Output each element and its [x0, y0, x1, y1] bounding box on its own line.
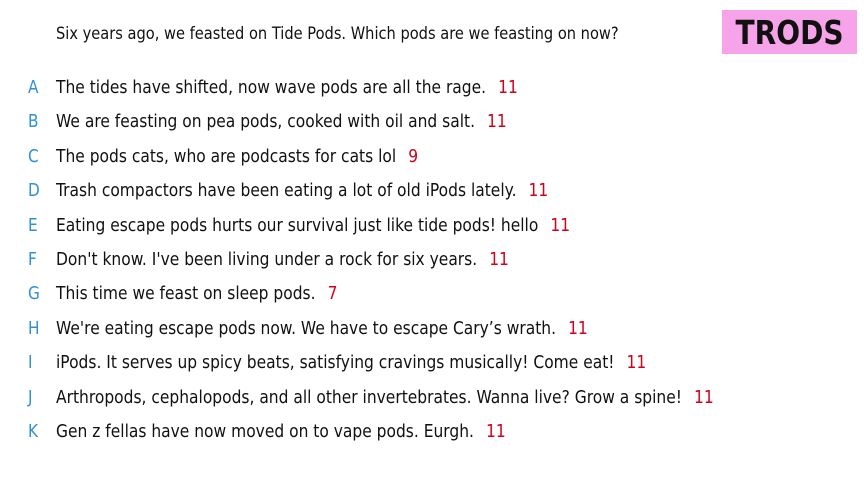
answer-body: The pods cats, who are podcasts for cats… [56, 143, 418, 171]
answer-text: Don't know. I've been living under a roc… [56, 248, 478, 270]
answer-letter: J [28, 386, 33, 408]
answer-score: 11 [550, 214, 571, 236]
answer-text: The pods cats, who are podcasts for cats… [56, 145, 397, 167]
answer-text: Trash compactors have been eating a lot … [56, 180, 517, 202]
answer-score: 11 [693, 386, 714, 408]
answer-row-h[interactable]: H We're eating escape pods now. We have … [0, 315, 864, 349]
title-text: TRODS [735, 12, 844, 52]
answer-body: Eating escape pods hurts our survival ju… [56, 212, 570, 240]
answer-letter: K [28, 420, 39, 442]
answer-letter: F [28, 248, 37, 270]
answer-row-c[interactable]: C The pods cats, who are podcasts for ca… [0, 143, 864, 177]
answer-letter: D [28, 180, 40, 202]
answer-text: This time we feast on sleep pods. [56, 283, 316, 305]
answer-body: This time we feast on sleep pods. 7 [56, 280, 337, 308]
answer-body: We're eating escape pods now. We have to… [56, 315, 588, 343]
answer-score: 11 [626, 352, 647, 374]
answer-body: Arthropods, cephalopods, and all other i… [56, 384, 714, 412]
answer-score: 11 [498, 77, 518, 98]
title-badge: TRODS [722, 10, 857, 54]
answer-body: Don't know. I've been living under a roc… [56, 246, 509, 274]
answer-letter: E [28, 214, 38, 236]
answer-score: 11 [485, 420, 506, 442]
answer-letter: I [28, 352, 33, 374]
answer-text: Arthropods, cephalopods, and all other i… [56, 386, 682, 408]
answer-body: The tides have shifted, now wave pods ar… [56, 74, 518, 102]
answer-list: A The tides have shifted, now wave pods … [0, 74, 864, 452]
answer-text: We are feasting on pea pods, cooked with… [56, 111, 476, 133]
answer-score: 9 [408, 145, 419, 167]
answer-text: Eating escape pods hurts our survival ju… [56, 214, 539, 236]
answer-body: We are feasting on pea pods, cooked with… [56, 108, 507, 136]
answer-row-g[interactable]: G This time we feast on sleep pods. 7 [0, 280, 864, 314]
answer-text: iPods. It serves up spicy beats, satisfy… [56, 352, 615, 374]
answer-score: 11 [528, 180, 549, 202]
answer-body: iPods. It serves up spicy beats, satisfy… [56, 349, 646, 377]
answer-letter: A [28, 77, 39, 98]
answer-score: 7 [327, 283, 338, 305]
answer-row-k[interactable]: K Gen z fellas have now moved on to vape… [0, 418, 864, 452]
answer-letter: G [28, 283, 40, 305]
answer-letter: C [28, 145, 39, 167]
answer-row-a[interactable]: A The tides have shifted, now wave pods … [0, 74, 864, 108]
answer-body: Trash compactors have been eating a lot … [56, 177, 548, 205]
answer-letter: B [28, 111, 39, 133]
answer-body: Gen z fellas have now moved on to vape p… [56, 418, 506, 446]
answer-row-e[interactable]: E Eating escape pods hurts our survival … [0, 212, 864, 246]
answer-score: 11 [568, 317, 588, 339]
answer-score: 11 [489, 248, 509, 270]
answer-row-b[interactable]: B We are feasting on pea pods, cooked wi… [0, 108, 864, 142]
answer-text: We're eating escape pods now. We have to… [56, 317, 557, 339]
answer-text: The tides have shifted, now wave pods ar… [56, 77, 487, 98]
answer-row-j[interactable]: J Arthropods, cephalopods, and all other… [0, 384, 864, 418]
answer-score: 11 [487, 111, 507, 133]
question-prompt: Six years ago, we feasted on Tide Pods. … [56, 24, 619, 44]
answer-row-i[interactable]: I iPods. It serves up spicy beats, satis… [0, 349, 864, 383]
answer-row-d[interactable]: D Trash compactors have been eating a lo… [0, 177, 864, 211]
answer-text: Gen z fellas have now moved on to vape p… [56, 420, 474, 442]
answer-letter: H [28, 317, 40, 339]
answer-row-f[interactable]: F Don't know. I've been living under a r… [0, 246, 864, 280]
